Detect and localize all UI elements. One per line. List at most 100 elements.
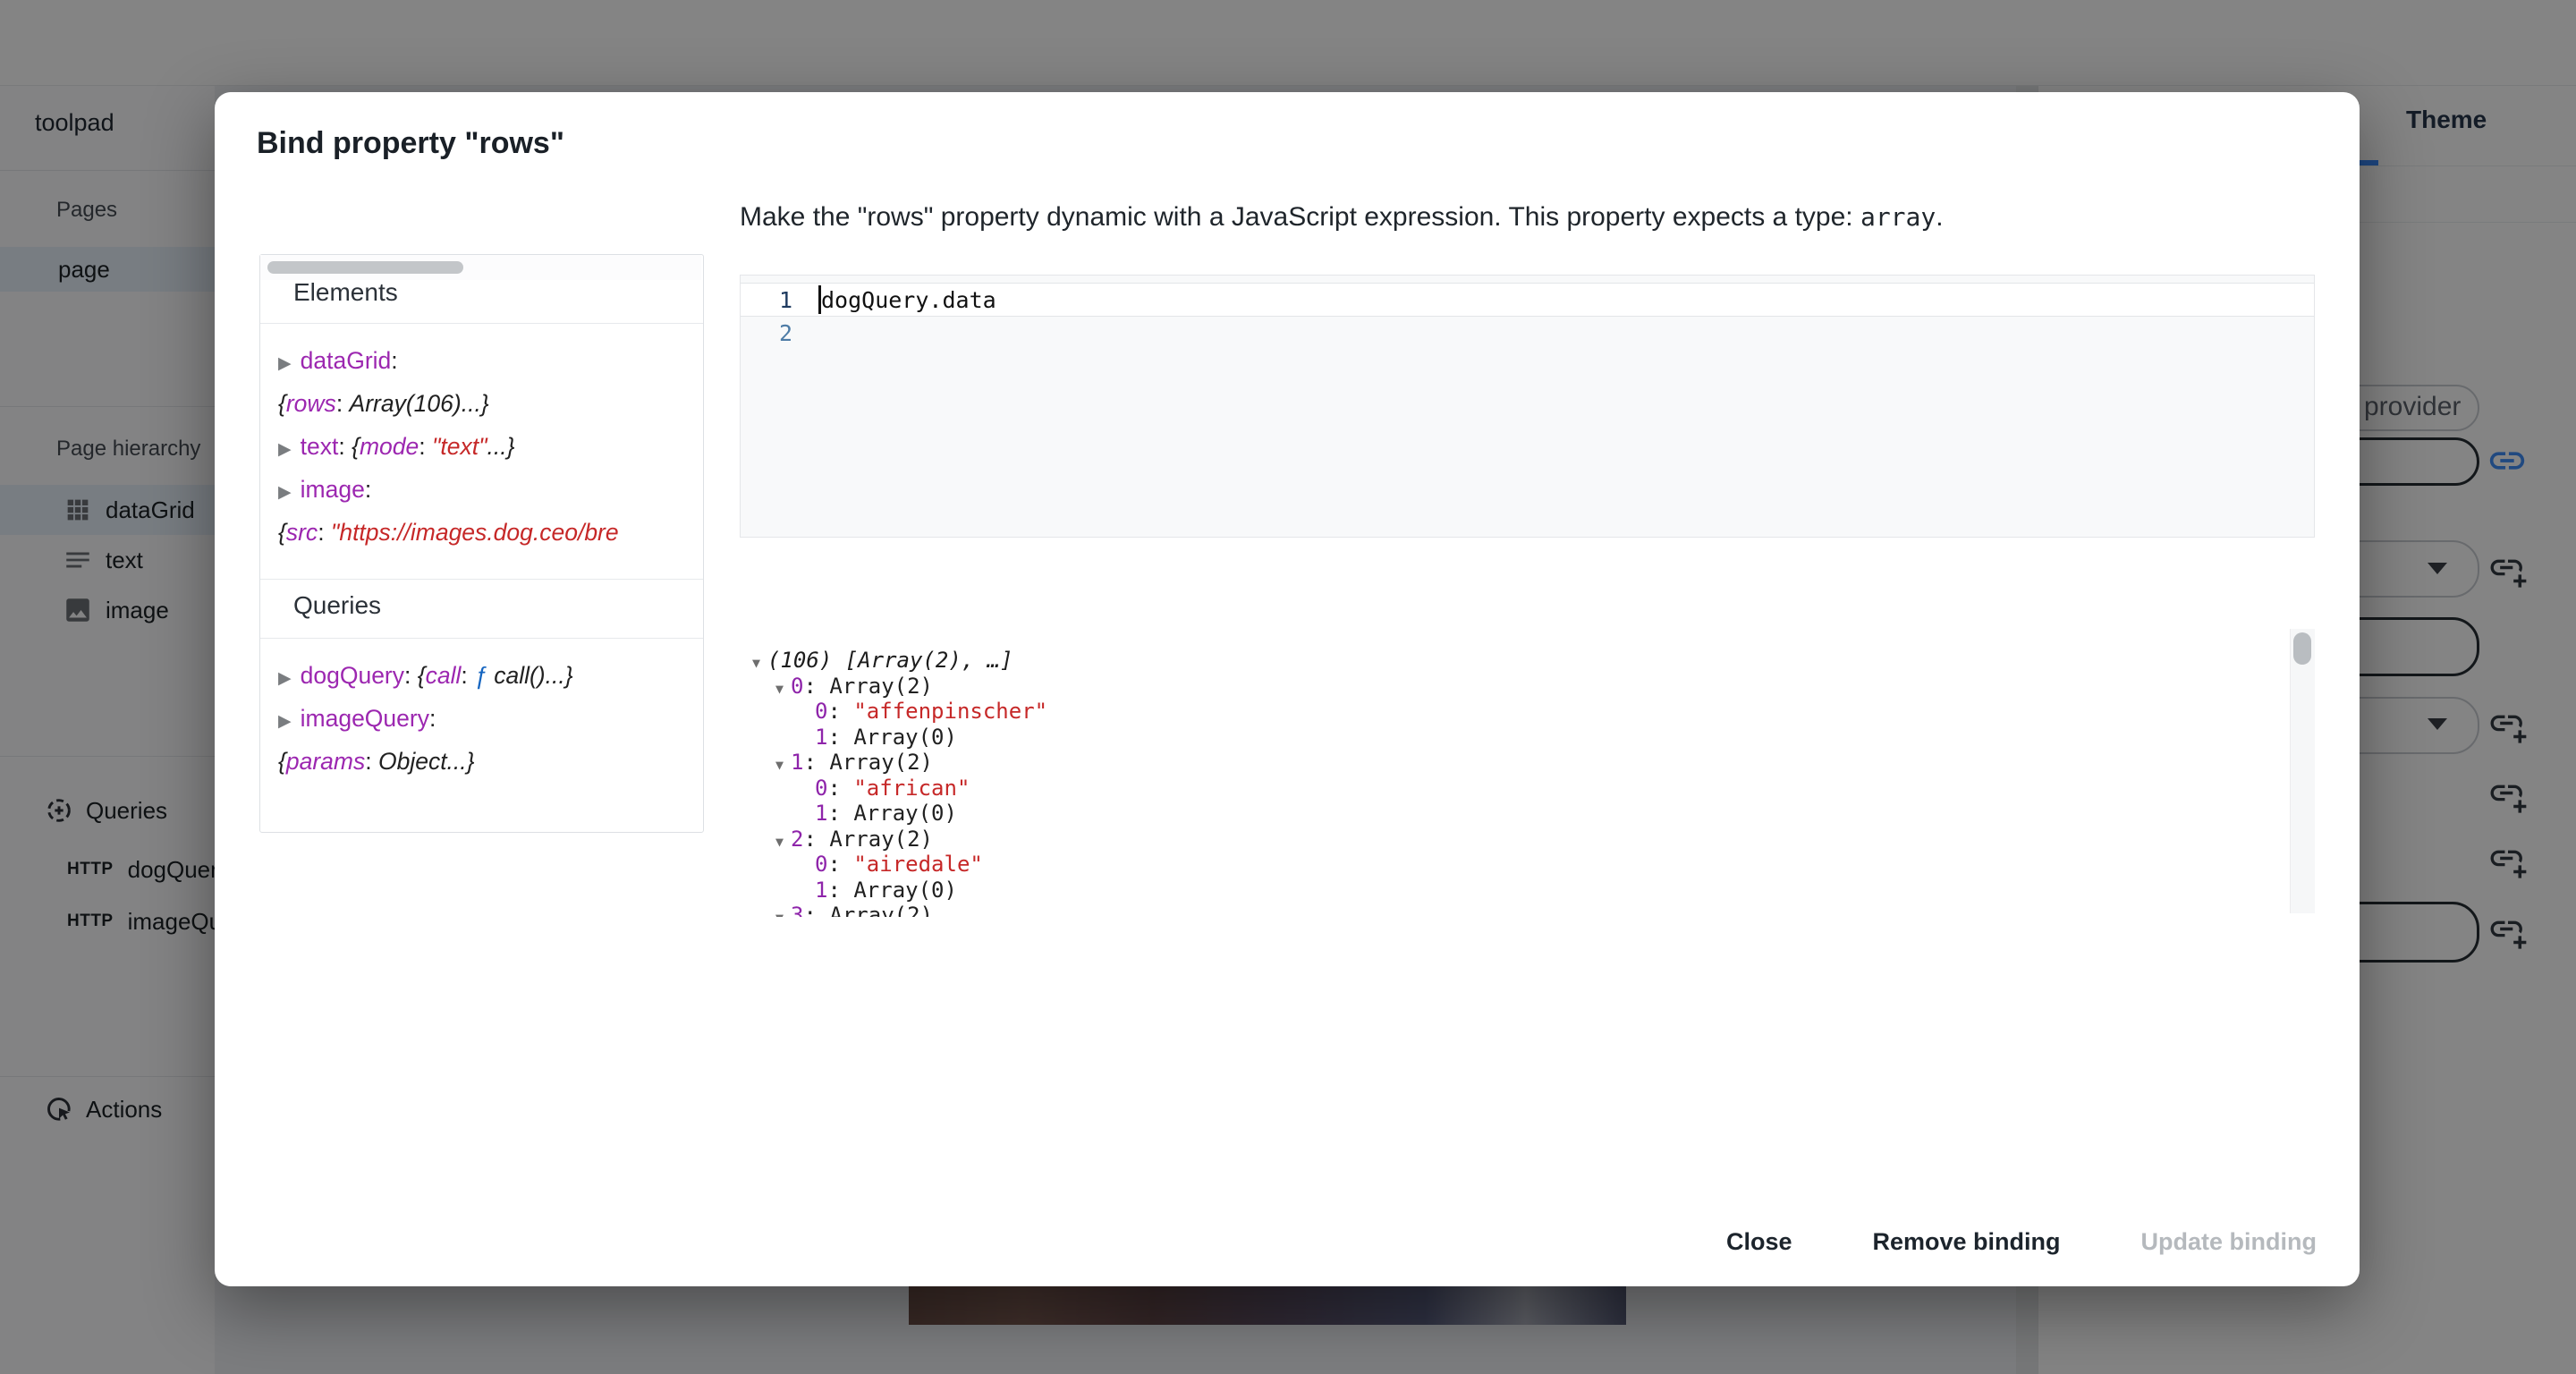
tree-token: Array(106)...} bbox=[350, 390, 489, 417]
tree-row[interactable]: ▼ 1: Array(2) bbox=[740, 750, 2287, 776]
tree-token: 0 bbox=[791, 674, 803, 699]
close-button[interactable]: Close bbox=[1714, 1221, 1805, 1263]
scope-explorer: Elements ▶dataGrid:{rows: Array(106)...}… bbox=[259, 254, 704, 833]
tree-row[interactable]: ▶text: {mode: "text"...} bbox=[260, 425, 703, 468]
tree-token: : bbox=[803, 903, 829, 917]
tree-token: { bbox=[278, 390, 286, 417]
bind-property-dialog: Bind property "rows" Scope Elements ▶dat… bbox=[215, 92, 2360, 1286]
tree-row[interactable]: ▶imageQuery: bbox=[260, 697, 703, 740]
tree-token: { bbox=[352, 433, 360, 460]
tree-token: "airedale" bbox=[853, 852, 983, 877]
tree-row[interactable]: 1: Array(0) bbox=[740, 801, 2287, 827]
tree-token: ƒ bbox=[474, 662, 487, 689]
expand-arrow-icon[interactable]: ▶ bbox=[278, 700, 292, 743]
expand-arrow-icon[interactable]: ▶ bbox=[278, 471, 292, 514]
tree-token: call bbox=[426, 662, 462, 689]
tree-token: : bbox=[827, 852, 853, 877]
tree-row[interactable]: {rows: Array(106)...} bbox=[260, 382, 703, 425]
tree-row[interactable]: 0: "airedale" bbox=[740, 852, 2287, 878]
tree-token: { bbox=[278, 519, 286, 546]
tree-row[interactable]: 0: "african" bbox=[740, 776, 2287, 802]
expand-arrow-icon[interactable]: ▶ bbox=[278, 657, 292, 700]
remove-binding-button[interactable]: Remove binding bbox=[1860, 1221, 2073, 1263]
tree-row[interactable]: ▼ 3: Array(2) bbox=[740, 903, 2287, 917]
expression-code: dogQuery.data bbox=[821, 287, 996, 313]
horizontal-scrollbar[interactable] bbox=[260, 255, 701, 280]
tree-row[interactable]: ▼2: Array(2) bbox=[740, 827, 2287, 852]
tree-token: : bbox=[318, 519, 331, 546]
elements-tree[interactable]: ▶dataGrid:{rows: Array(106)...}▶text: {m… bbox=[260, 339, 703, 579]
tree-token: "african" bbox=[853, 776, 970, 801]
tree-token: 1 bbox=[815, 878, 827, 903]
binding-description: Make the "rows" property dynamic with a … bbox=[740, 202, 1944, 233]
tree-token: : bbox=[803, 674, 829, 699]
line-number-2: 2 bbox=[741, 320, 792, 346]
tree-token: Array(0) bbox=[853, 725, 957, 750]
tree-row[interactable]: {params: Object...} bbox=[260, 740, 703, 783]
tree-token: : bbox=[365, 748, 378, 775]
tree-token: "affenpinscher" bbox=[853, 699, 1047, 724]
tree-token: dogQuery bbox=[301, 662, 404, 689]
tree-row[interactable]: ▶dogQuery: {call: ƒ call()...} bbox=[260, 654, 703, 697]
expand-arrow-icon[interactable]: ▼ bbox=[775, 752, 784, 778]
elements-header: Elements bbox=[293, 278, 398, 307]
tree-token: Array(0) bbox=[853, 878, 957, 903]
divider bbox=[260, 579, 703, 580]
tree-token: imageQuery bbox=[301, 705, 429, 732]
tree-token: Array(0) bbox=[853, 801, 957, 826]
tree-row[interactable]: ▶image: bbox=[260, 468, 703, 511]
tree-token: mode bbox=[360, 433, 419, 460]
expand-arrow-icon[interactable]: ▼ bbox=[775, 905, 784, 917]
dialog-actions: Close Remove binding Update binding bbox=[1714, 1221, 2329, 1263]
expand-arrow-icon[interactable]: ▶ bbox=[278, 343, 292, 386]
tree-token: Array(2) bbox=[829, 750, 933, 775]
divider bbox=[260, 638, 703, 639]
js-expression-editor[interactable]: 1 2 dogQuery.data bbox=[740, 275, 2315, 538]
result-scrollbar[interactable] bbox=[2290, 629, 2315, 913]
scrollbar-thumb[interactable] bbox=[267, 261, 463, 274]
tree-token: { bbox=[418, 662, 426, 689]
tree-token: src bbox=[286, 519, 318, 546]
tree-token: "https://images.dog.ceo/bre bbox=[331, 519, 619, 546]
tree-token: Array(2) bbox=[829, 903, 933, 917]
tree-token: image bbox=[301, 476, 365, 503]
queries-header: Queries bbox=[293, 591, 381, 620]
queries-tree[interactable]: ▶dogQuery: {call: ƒ call()...}▶imageQuer… bbox=[260, 654, 703, 797]
tree-token: params bbox=[286, 748, 365, 775]
tree-token: : bbox=[827, 725, 853, 750]
expand-arrow-icon[interactable]: ▼ bbox=[752, 650, 760, 676]
tree-row[interactable]: {src: "https://images.dog.ceo/bre bbox=[260, 511, 703, 554]
tree-token: : bbox=[803, 750, 829, 775]
tree-token: : bbox=[827, 801, 853, 826]
tree-token: : bbox=[336, 390, 350, 417]
tree-token: : bbox=[461, 662, 474, 689]
description-period: . bbox=[1936, 202, 1943, 232]
expand-arrow-icon[interactable]: ▼ bbox=[775, 829, 784, 855]
tree-token: : bbox=[827, 699, 853, 724]
expand-arrow-icon[interactable]: ▼ bbox=[775, 676, 784, 702]
tree-row[interactable]: 0: "affenpinscher" bbox=[740, 699, 2287, 725]
tree-token: : bbox=[827, 776, 853, 801]
tree-row[interactable]: 1: Array(0) bbox=[740, 725, 2287, 751]
tree-row[interactable]: ▼0: Array(2) bbox=[740, 674, 2287, 700]
tree-token: : bbox=[827, 878, 853, 903]
divider bbox=[260, 323, 703, 324]
tree-token: 0 bbox=[815, 776, 827, 801]
expression-result-tree[interactable]: ▼(106) [Array(2), …]▼0: Array(2)0: "affe… bbox=[740, 648, 2287, 917]
tree-row[interactable]: 1: Array(0) bbox=[740, 878, 2287, 903]
expand-arrow-icon[interactable]: ▶ bbox=[278, 428, 292, 471]
tree-row[interactable]: ▶dataGrid: bbox=[260, 339, 703, 382]
tree-token: 1 bbox=[791, 750, 803, 775]
tree-token: Object...} bbox=[378, 748, 475, 775]
tree-row[interactable]: ▼(106) [Array(2), …] bbox=[740, 648, 2287, 674]
tree-token: : bbox=[419, 433, 432, 460]
tree-token: ...} bbox=[487, 433, 515, 460]
tree-token: 0 bbox=[815, 852, 827, 877]
tree-token: 2 bbox=[791, 827, 803, 852]
tree-token: "text" bbox=[432, 433, 487, 460]
scrollbar-thumb[interactable] bbox=[2293, 632, 2311, 665]
description-text: Make the "rows" property dynamic with a … bbox=[740, 202, 1860, 232]
tree-token: 3 bbox=[791, 903, 803, 917]
tree-token: dataGrid bbox=[301, 347, 392, 374]
update-binding-button[interactable]: Update binding bbox=[2129, 1221, 2329, 1263]
